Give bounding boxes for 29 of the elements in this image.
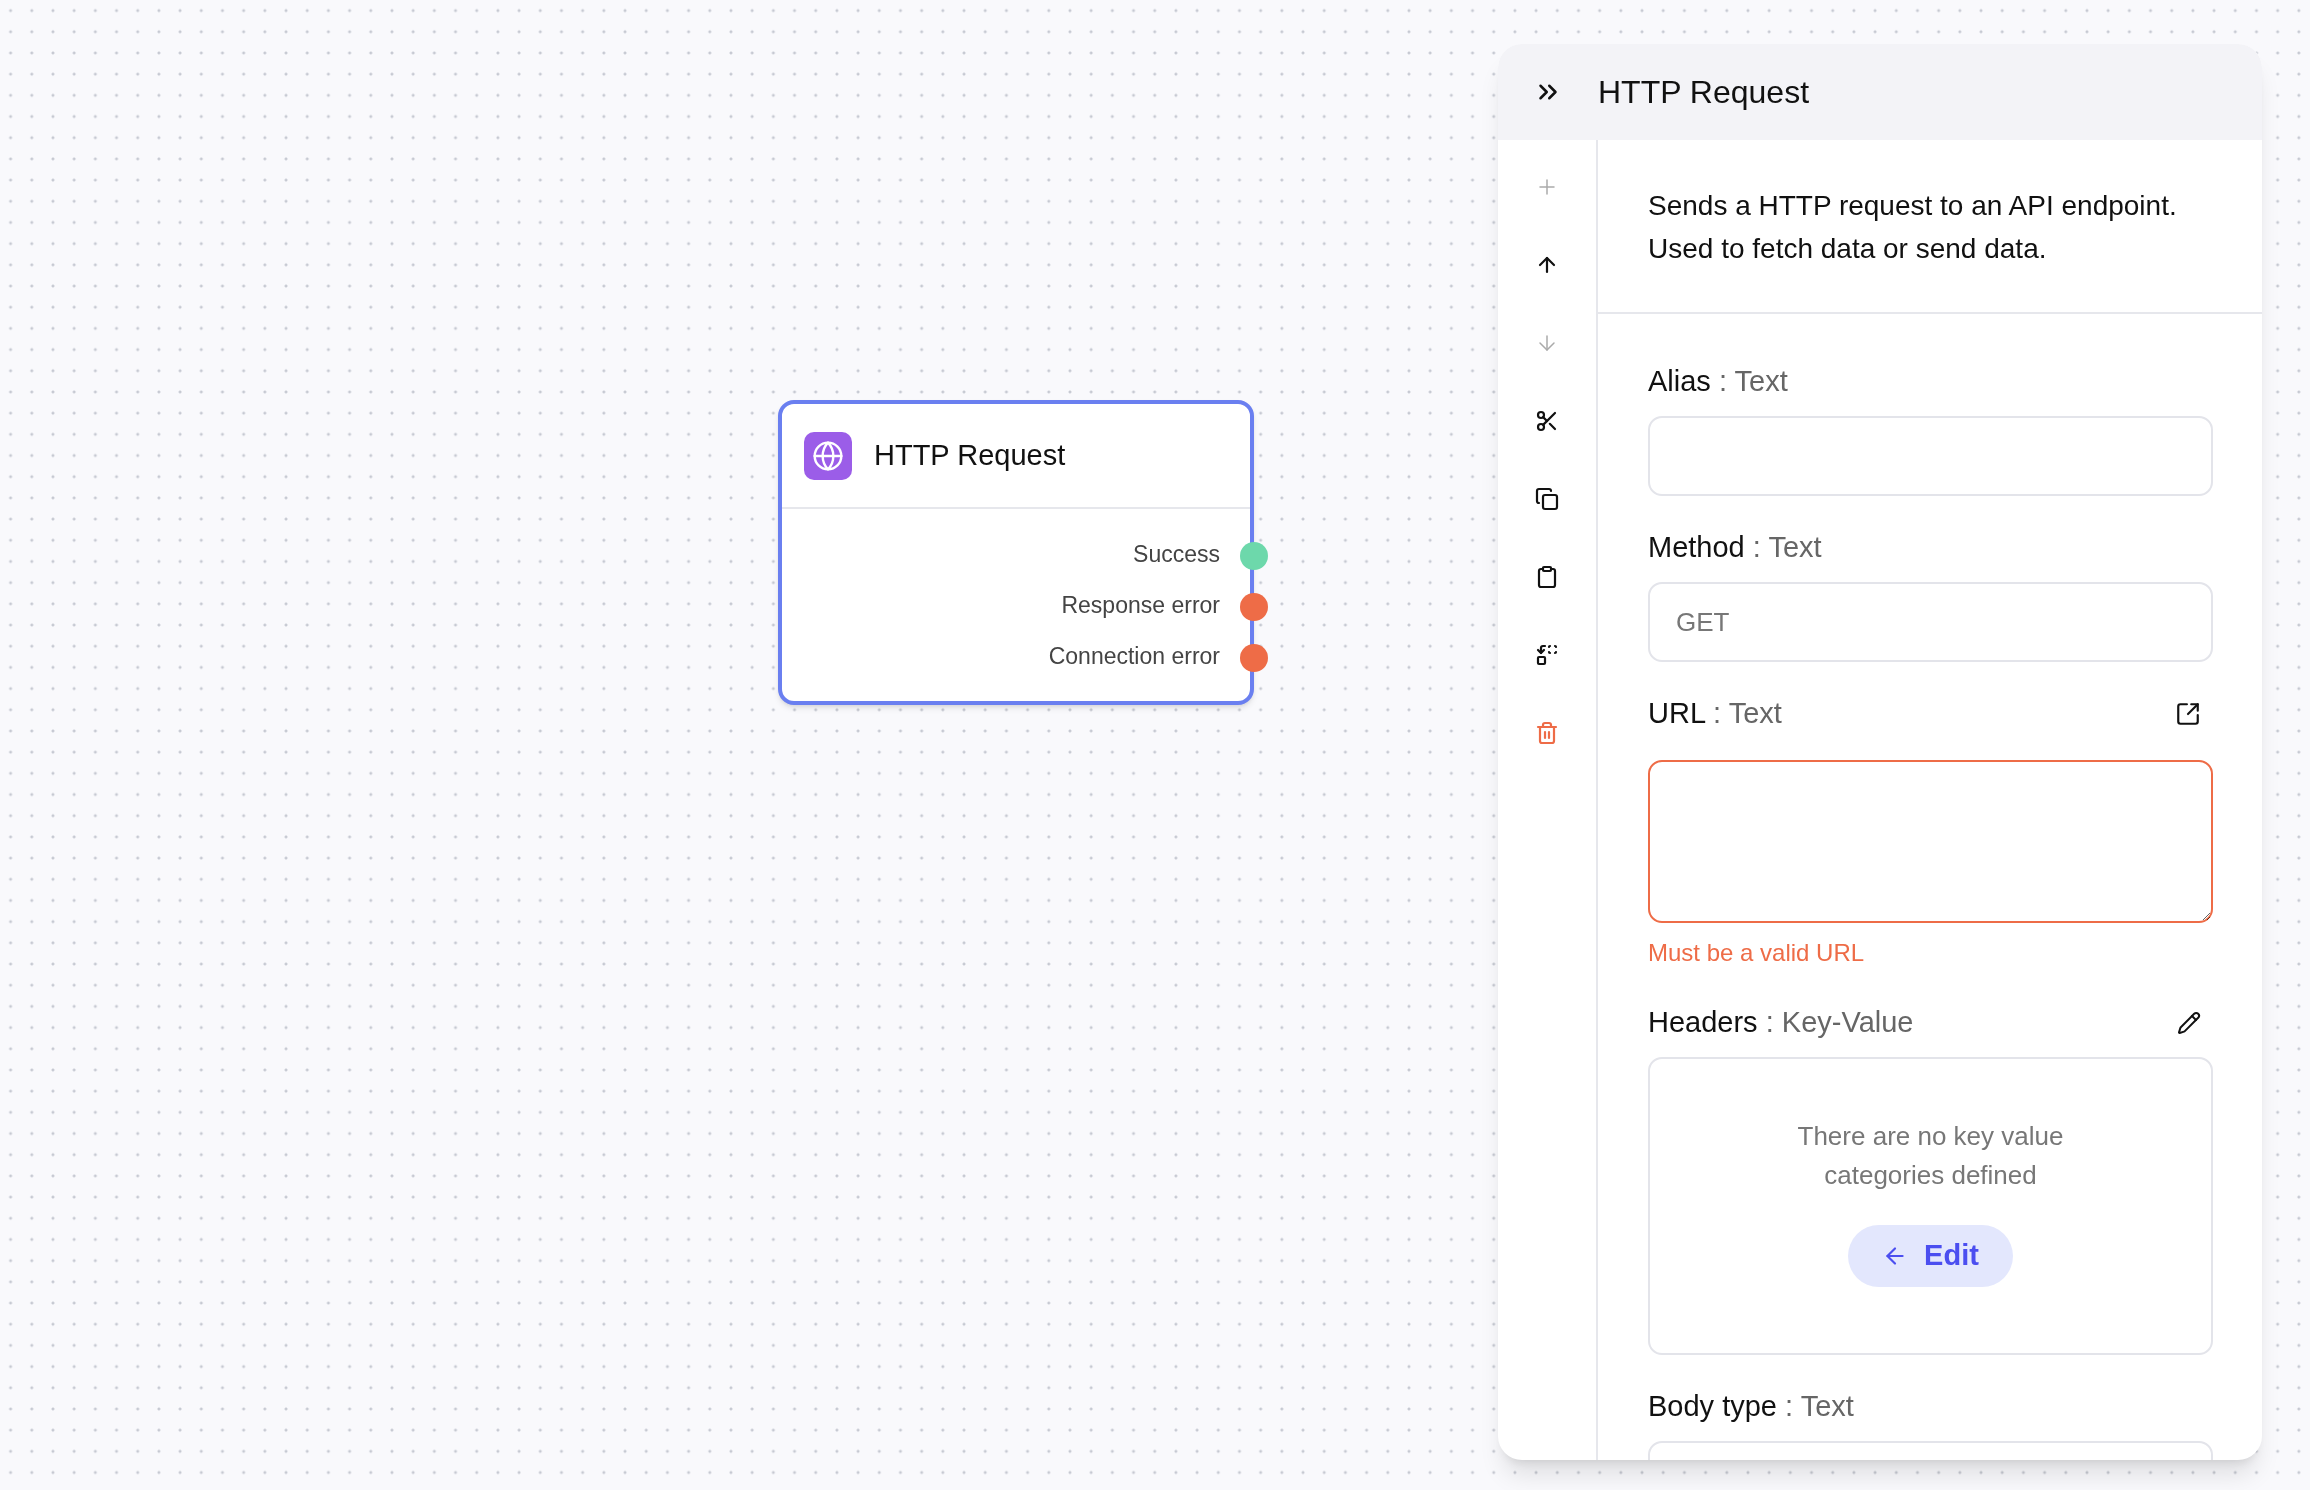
field-label: Body type : Text xyxy=(1648,1389,1854,1425)
error-message: Must be a valid URL xyxy=(1648,938,1866,968)
pencil-icon[interactable] xyxy=(2177,1011,2201,1035)
field-label: Alias : Text xyxy=(1648,364,1788,400)
field-label: URL : Text xyxy=(1648,696,1782,732)
description: Sends a HTTP request to an API endpoint. Used to fetch data or send data. xyxy=(1648,189,2178,266)
text-input[interactable]: GET xyxy=(1648,582,2213,662)
output-label: Response error xyxy=(1061,590,1220,620)
replace-icon xyxy=(1535,643,1559,667)
output-label: Connection error xyxy=(1048,641,1220,671)
trash-icon xyxy=(1535,721,1559,745)
field-label: Headers : Key-Value xyxy=(1648,1005,1914,1041)
edit-button[interactable]: Edit xyxy=(1848,1225,2013,1287)
node-title: HTTP Request xyxy=(874,437,1066,473)
globe-icon xyxy=(804,431,852,480)
field-label: Method : Text xyxy=(1648,530,1822,566)
node-card[interactable]: HTTP Request Success Response error Connection error xyxy=(778,400,1254,705)
copy-icon xyxy=(1535,487,1559,511)
external-link-icon[interactable] xyxy=(2175,701,2201,727)
output-port[interactable] xyxy=(1240,542,1268,570)
output-port[interactable] xyxy=(1240,644,1268,672)
output-port[interactable] xyxy=(1240,593,1268,621)
clipboard-icon xyxy=(1535,565,1559,589)
empty-message: There are no key value categories defined xyxy=(1796,1120,2065,1192)
text-input[interactable] xyxy=(1648,416,2213,496)
text-area[interactable] xyxy=(1648,760,2213,923)
scissors-icon xyxy=(1535,409,1559,433)
output-label: Success xyxy=(1133,539,1220,569)
panel-title: HTTP Request xyxy=(1598,73,1810,112)
